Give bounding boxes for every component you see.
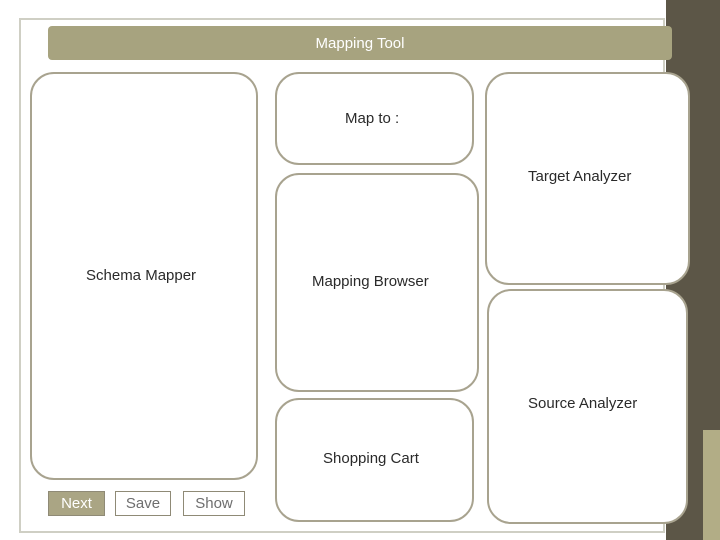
decorative-side-strip xyxy=(703,430,720,540)
next-button[interactable]: Next xyxy=(48,491,105,516)
page-title: Mapping Tool xyxy=(315,34,405,52)
target-analyzer-label: Target Analyzer xyxy=(528,168,632,185)
show-button[interactable]: Show xyxy=(183,491,245,516)
schema-mapper-label: Schema Mapper xyxy=(86,267,197,284)
map-to-label: Map to : xyxy=(345,110,400,127)
source-analyzer-label: Source Analyzer xyxy=(528,395,638,412)
title-bar: Mapping Tool xyxy=(48,26,672,60)
mapping-browser-label: Mapping Browser xyxy=(312,273,429,290)
shopping-cart-label: Shopping Cart xyxy=(323,450,419,467)
save-button[interactable]: Save xyxy=(115,491,171,516)
